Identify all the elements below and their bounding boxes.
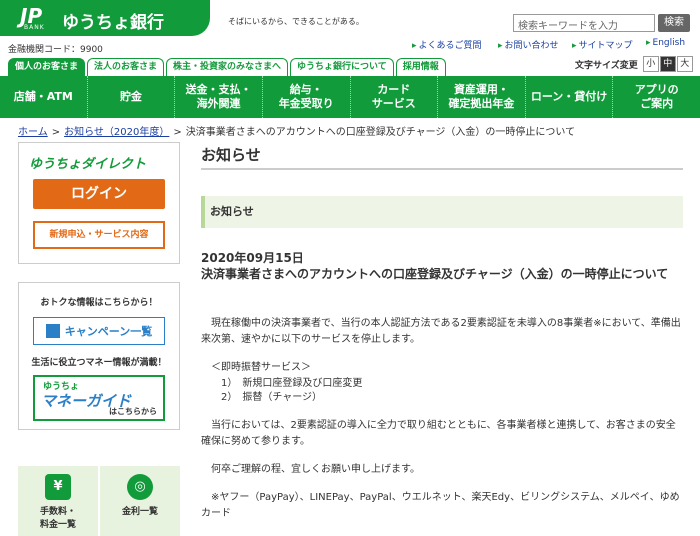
- english-link[interactable]: ▸ English: [646, 38, 685, 48]
- tab-investors[interactable]: 株主・投資家のみなさまへ: [166, 58, 289, 76]
- document-yen-icon: ¥: [45, 474, 71, 500]
- quick-links: ¥ 手数料・ 料金一覧 ◎ 金利一覧: [18, 466, 180, 536]
- section-heading: お知らせ: [201, 196, 683, 228]
- gift-icon: [45, 324, 60, 338]
- global-nav: 店舗・ATM 貯金 送金・支払・ 海外関連 給与・ 年金受取り カード サービス…: [0, 76, 700, 118]
- catchphrase: そばにいるから、できることがある。: [228, 17, 364, 26]
- nav-card[interactable]: カード サービス: [351, 76, 439, 118]
- notice-paragraph-3: 何卒ご理解の程、宜しくお願い申し上げます。: [201, 464, 420, 475]
- tab-corporate[interactable]: 法人のお客さま: [87, 58, 165, 76]
- tab-recruit[interactable]: 採用情報: [395, 58, 446, 76]
- coins-icon: ◎: [127, 474, 153, 500]
- campaign-label: キャンペーン一覧: [64, 325, 153, 338]
- deals-title: おトクな情報はこちらから！: [40, 298, 158, 308]
- font-size-medium[interactable]: 中: [659, 56, 676, 72]
- logo-name: ゆうちょ銀行: [62, 13, 164, 33]
- notice-title: 決済事業者さまへのアカウントへの口座登録及びチャージ（入金）の一時停止について: [201, 267, 669, 281]
- search-button[interactable]: 検索: [658, 14, 690, 32]
- notice-footnote: ※ヤフー（PayPay）、LINEPay、PayPal、ウエルネット、楽天Edy…: [201, 492, 680, 519]
- nav-investment[interactable]: 資産運用・ 確定拠出年金: [438, 76, 526, 118]
- info-panel: おトクな情報はこちらから！ キャンペーン一覧 生活に役立つマネー情報が満載！ ゆ…: [18, 282, 180, 430]
- interest-label: 金利一覧: [121, 507, 158, 517]
- nav-savings[interactable]: 貯金: [88, 76, 176, 118]
- notice-list-item-2: 2） 振替（チャージ）: [201, 392, 323, 403]
- arrow-icon: ▸: [412, 41, 417, 51]
- arrow-icon: ▸: [498, 41, 503, 51]
- font-size-switcher: 文字サイズ変更 小 中 大: [575, 56, 693, 72]
- logo-bank: BANK: [24, 24, 45, 31]
- logo[interactable]: JP BANK ゆうちょ銀行: [0, 0, 210, 36]
- money-title: 生活に役立つマネー情報が満載！: [31, 358, 167, 368]
- direct-panel: ゆうちょダイレクト ログイン 新規申込・サービス内容: [18, 142, 180, 264]
- arrow-icon: ▸: [572, 41, 577, 51]
- font-size-small[interactable]: 小: [642, 56, 659, 72]
- faq-link[interactable]: ▸ よくあるご質問: [412, 38, 482, 51]
- audience-tabs: 個人のお客さま 法人のお客さま 株主・投資家のみなさまへ ゆうちょ銀行について …: [8, 58, 446, 76]
- page-title: お知らせ: [201, 142, 683, 170]
- fees-label: 手数料・ 料金一覧: [39, 507, 76, 530]
- breadcrumb-separator: >: [51, 127, 61, 138]
- fees-link[interactable]: ¥ 手数料・ 料金一覧: [18, 466, 98, 536]
- login-button[interactable]: ログイン: [33, 179, 165, 209]
- direct-title: ゆうちょダイレクト: [29, 157, 147, 172]
- font-size-large[interactable]: 大: [676, 56, 693, 72]
- breadcrumb-current: 決済事業者さまへのアカウントへの口座登録及びチャージ（入金）の一時停止について: [185, 127, 576, 138]
- contact-link[interactable]: ▸ お問い合わせ: [498, 38, 559, 51]
- breadcrumb-separator: >: [173, 127, 182, 138]
- interest-link[interactable]: ◎ 金利一覧: [100, 466, 180, 536]
- bank-code: 金融機関コード：9900: [8, 45, 103, 55]
- nav-remittance[interactable]: 送金・支払・ 海外関連: [175, 76, 263, 118]
- tab-individual[interactable]: 個人のお客さま: [8, 58, 86, 76]
- notice-paragraph-1: 現在稼働中の決済事業者で、当行の本人認証方法である2要素認証を未導入の8事業者※…: [201, 318, 681, 345]
- money-guide-sub: はこちらから: [109, 407, 157, 416]
- notice-list-heading: ＜即時振替サービス＞: [201, 362, 311, 373]
- arrow-icon: ▸: [646, 38, 651, 48]
- search-input[interactable]: 検索キーワードを入力: [513, 14, 655, 32]
- tab-about[interactable]: ゆうちょ銀行について: [290, 58, 394, 76]
- sitemap-link[interactable]: ▸ サイトマップ: [572, 38, 633, 51]
- site-header: JP BANK ゆうちょ銀行 そばにいるから、できることがある。 金融機関コード…: [0, 0, 700, 56]
- notice-date: 2020年09月15日: [201, 251, 304, 265]
- money-guide-banner[interactable]: ゆうちょ マネーガイド はこちらから: [33, 375, 165, 421]
- breadcrumb-parent[interactable]: お知らせ（2020年度）: [64, 127, 169, 138]
- nav-pension[interactable]: 給与・ 年金受取り: [263, 76, 351, 118]
- font-size-label: 文字サイズ変更: [575, 60, 638, 71]
- campaign-button[interactable]: キャンペーン一覧: [33, 317, 165, 345]
- nav-loan[interactable]: ローン・貸付け: [526, 76, 614, 118]
- breadcrumb: ホーム > お知らせ（2020年度） > 決済事業者さまへのアカウントへの口座登録及びチ…: [18, 123, 575, 138]
- breadcrumb-home[interactable]: ホーム: [18, 127, 48, 138]
- notice-paragraph-2: 当行においては、2要素認証の導入に全力で取り組むとともに、各事業者様と連携して、…: [201, 420, 676, 447]
- nav-app[interactable]: アプリの ご案内: [613, 76, 700, 118]
- nav-store-atm[interactable]: 店舗・ATM: [0, 76, 88, 118]
- apply-button[interactable]: 新規申込・サービス内容: [33, 221, 165, 249]
